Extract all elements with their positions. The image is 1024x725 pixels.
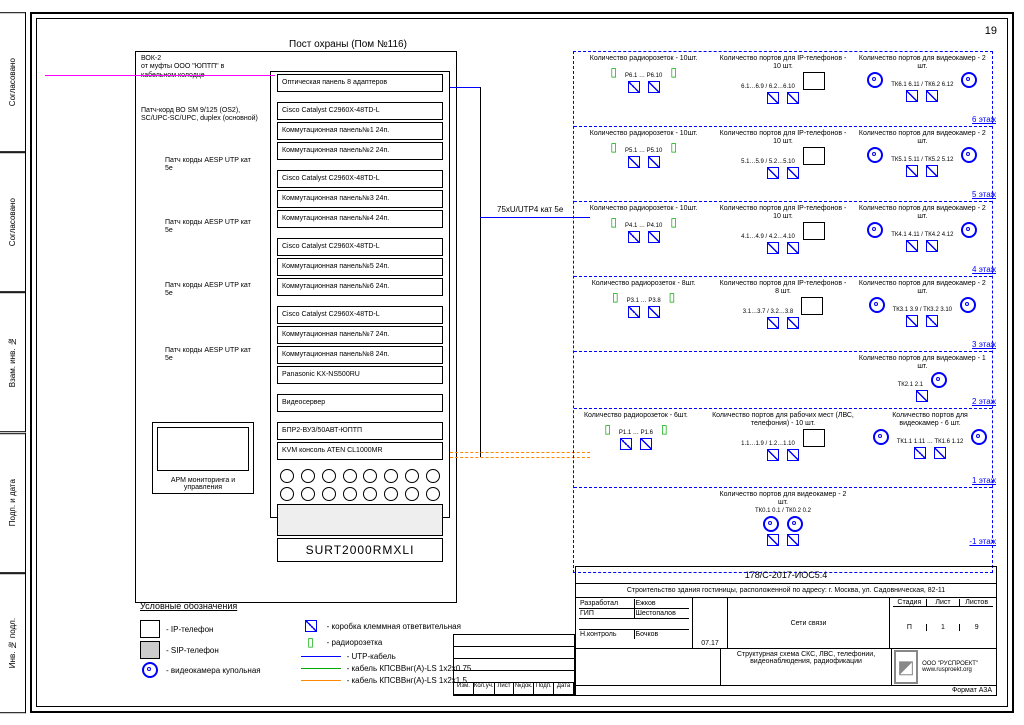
project-title: Строительство здания гостиницы, располож…	[576, 584, 996, 597]
floor-row: Количество портов для видеокамер - 1 шт.…	[574, 351, 992, 408]
system-name: Сети связи	[728, 598, 890, 648]
rack-item: Cisco Catalyst C2960X-48TD-L	[277, 306, 443, 324]
ups-block	[277, 504, 443, 536]
anno-fiber: Патч-корд ВО SM 9/125 (OS2), SC/UPC-SC/U…	[141, 107, 261, 124]
rack-item: Коммутационная панель№1 24п.	[277, 122, 443, 140]
rack-item: Cisco Catalyst C2960X-48TD-L	[277, 238, 443, 256]
floor-row: Количество радиорозеток - 8шт.▯Р3.1 … Р3…	[574, 276, 992, 351]
format-label: Формат А3А	[576, 686, 996, 695]
tab: Подп. и дата	[0, 433, 26, 573]
rack-item: БПР2-ВУЗ/50АВТ-ЮПТП	[277, 422, 443, 440]
anno-aesp: Патч корды AESP UTP кат 5e	[165, 219, 255, 236]
sip-phone-icon	[140, 641, 160, 659]
rack-item: Коммутационная панель№5 24п.	[277, 258, 443, 276]
rack-item: Cisco Catalyst C2960X-48TD-L	[277, 102, 443, 120]
tab: Согласовано	[0, 12, 26, 152]
rack-item: Panasonic KX-NS500RU	[277, 366, 443, 384]
drawing-frame: 19 Пост охраны (Пом №116) Оптическая пан…	[30, 12, 1014, 713]
rack-item: Коммутационная панель№4 24п.	[277, 210, 443, 228]
floor-row: Количество портов для видеокамер - 2 шт.…	[574, 487, 992, 548]
ip-phone-icon	[140, 620, 160, 638]
anno-aesp: Патч корды AESP UTP кат 5e	[165, 347, 255, 364]
radio-socket-icon: ▯	[307, 635, 314, 649]
arm-monitor: АРМ мониторинга и управления	[152, 422, 254, 494]
utp-line-icon	[301, 656, 341, 657]
anno-aesp: Патч корды AESP UTP кат 5e	[165, 157, 255, 174]
tab: Инв. № подл.	[0, 573, 26, 713]
rack-inner: Оптическая панель 8 адаптеров Cisco Cata…	[270, 71, 450, 518]
rack-item: Коммутационная панель№8 24п.	[277, 346, 443, 364]
rack-item: Коммутационная панель№7 24п.	[277, 326, 443, 344]
junction-box-icon	[305, 620, 317, 632]
cable-fiber-in	[45, 75, 275, 76]
tab: Согласовано	[0, 152, 26, 292]
backbone-label: 75xU/UTP4 кат 5e	[495, 205, 565, 214]
rack-item: Видеосервер	[277, 394, 443, 412]
kpsvv15-line-icon	[301, 680, 341, 681]
company-name: ООО "РУСПРОЕКТ" www.rusproekt.org	[922, 661, 994, 673]
anno-vok: ВОК-2 от муфты ООО "ЮПТП" в кабельном ко…	[141, 55, 241, 80]
rack-item: Коммутационная панель№3 24п.	[277, 190, 443, 208]
floor-row: Количество радиорозеток - 6шт.▯Р1.1 … Р1…	[574, 408, 992, 487]
drawing-code: 178/С-2017-ИОС5.4	[576, 567, 996, 583]
camera-icon	[142, 662, 158, 678]
rack-item: Оптическая панель 8 адаптеров	[277, 74, 443, 92]
rack-item: Коммутационная панель№6 24п.	[277, 278, 443, 296]
side-tabs: Согласовано Согласовано Взам. инв. № Под…	[0, 12, 26, 713]
title-block: 178/С-2017-ИОС5.4 Строительство здания г…	[575, 566, 997, 696]
rack-item: Cisco Catalyst C2960X-48TD-L	[277, 170, 443, 188]
floor-row: Количество радиорозеток - 10шт.▯Р4.1 … Р…	[574, 201, 992, 276]
floor-row: Количество радиорозеток - 10шт.▯Р6.1 … Р…	[574, 52, 992, 126]
pdu-row	[277, 468, 443, 484]
revision-table: Изм.Кол.уч.Лист№док.Подп.Дата	[453, 634, 575, 696]
tab: Взам. инв. №	[0, 292, 26, 432]
page-number: 19	[985, 25, 997, 37]
ups-label: SURT2000RMXLI	[277, 538, 443, 562]
rack-item: KVM консоль ATEN CL1000MR	[277, 442, 443, 460]
pdu-row	[277, 486, 443, 502]
sheet-title: Структурная схема СКС, ЛВС, телефонии, в…	[721, 649, 892, 685]
anno-aesp: Патч корды AESP UTP кат 5e	[165, 282, 255, 299]
floors-block: Количество радиорозеток - 10шт.▯Р6.1 … Р…	[573, 51, 993, 573]
rack-item: Коммутационная панель№2 24п.	[277, 142, 443, 160]
rack-title: Пост охраны (Пом №116)	[258, 39, 438, 50]
kpsvv075-line-icon	[301, 668, 341, 669]
company-logo-icon: ◩	[894, 650, 918, 684]
floor-row: Количество радиорозеток - 10шт.▯Р5.1 … Р…	[574, 126, 992, 201]
